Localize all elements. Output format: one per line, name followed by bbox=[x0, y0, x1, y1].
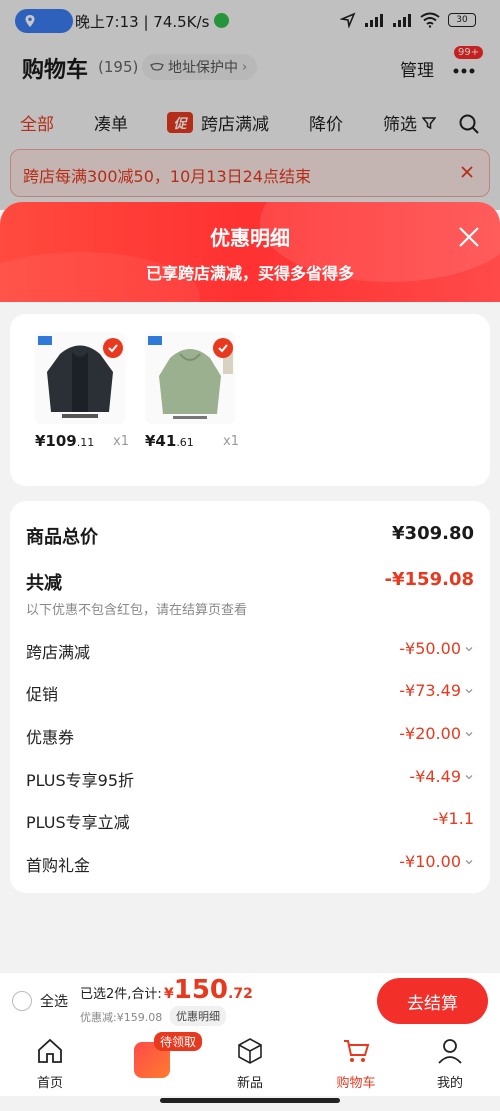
total-amount: ¥150.72 bbox=[164, 975, 253, 1005]
nav-cart[interactable]: 购物车 bbox=[316, 1036, 396, 1091]
discount-note: 以下优惠不包含红包，请在结算页查看 bbox=[26, 603, 248, 618]
discount-row: 共减 -¥159.08 bbox=[26, 569, 474, 594]
select-all-label[interactable]: 全选 bbox=[40, 991, 68, 1011]
checkbox-checked-icon[interactable] bbox=[213, 338, 233, 358]
discount-item-row[interactable]: 跨店满减 -¥50.00 bbox=[26, 639, 474, 662]
bottom-nav: 首页 待领取 新品 购物车 我的 bbox=[0, 1030, 500, 1096]
chevron-down-icon bbox=[465, 688, 473, 693]
chevron-down-icon bbox=[465, 774, 473, 779]
product-qty: x1 bbox=[223, 434, 239, 449]
total-value: ¥309.80 bbox=[392, 523, 474, 544]
chevron-down-icon bbox=[465, 859, 473, 864]
selected-summary: 已选2件,合计: bbox=[80, 987, 162, 1002]
chevron-down-icon bbox=[465, 731, 473, 736]
product-image bbox=[145, 332, 235, 424]
checkout-button[interactable]: 去结算 bbox=[377, 978, 488, 1024]
nav-new[interactable]: 新品 bbox=[210, 1036, 290, 1091]
nav-mine[interactable]: 我的 bbox=[410, 1036, 490, 1091]
box-icon bbox=[238, 1038, 262, 1064]
chevron-down-icon bbox=[465, 646, 473, 651]
discount-item-row: PLUS专享立减 -¥1.1 bbox=[26, 809, 474, 832]
total-label: 商品总价 bbox=[26, 527, 98, 548]
checkbox-checked-icon[interactable] bbox=[103, 338, 123, 358]
close-icon[interactable] bbox=[456, 224, 482, 250]
user-icon bbox=[438, 1039, 462, 1064]
sheet-header: 优惠明细 已享跨店满减，买得多省得多 bbox=[0, 202, 500, 342]
sheet-title: 优惠明细 bbox=[210, 226, 290, 250]
discount-item-row[interactable]: 首购礼金 -¥10.00 bbox=[26, 852, 474, 875]
gesture-bar bbox=[160, 1098, 340, 1103]
modal-overlay[interactable] bbox=[0, 0, 500, 210]
product-item[interactable] bbox=[145, 332, 245, 424]
discount-summary: 优惠减:¥159.08 bbox=[80, 1011, 163, 1024]
product-price: ¥109.11 bbox=[35, 432, 95, 450]
discount-detail-sheet: 优惠明细 已享跨店满减，买得多省得多 ¥109.11 x1 ¥41.61 x1 … bbox=[0, 202, 500, 972]
sheet-subtitle: 已享跨店满减，买得多省得多 bbox=[145, 264, 354, 283]
discount-item-row[interactable]: PLUS专享95折 -¥4.49 bbox=[26, 767, 474, 790]
product-qty: x1 bbox=[113, 434, 129, 449]
total-row: 商品总价 ¥309.80 bbox=[26, 523, 474, 548]
discount-item-row[interactable]: 促销 -¥73.49 bbox=[26, 681, 474, 704]
product-list-card: ¥109.11 x1 ¥41.61 x1 bbox=[10, 314, 490, 486]
checkout-bar: 全选 已选2件,合计: ¥150.72 优惠减:¥159.08 优惠明细 去结算 bbox=[0, 972, 500, 1030]
cart-icon bbox=[344, 1040, 370, 1062]
discount-value: -¥159.08 bbox=[384, 569, 474, 590]
product-price: ¥41.61 bbox=[145, 432, 194, 450]
live-badge: 待领取 bbox=[154, 1032, 203, 1051]
discount-label: 共减 bbox=[26, 573, 62, 594]
price-summary-card: 商品总价 ¥309.80 共减 -¥159.08 以下优惠不包含红包，请在结算页… bbox=[10, 501, 490, 893]
discount-item-row[interactable]: 优惠券 -¥20.00 bbox=[26, 724, 474, 747]
product-item[interactable] bbox=[35, 332, 135, 424]
discount-detail-button[interactable]: 优惠明细 bbox=[170, 1006, 226, 1026]
nav-home[interactable]: 首页 bbox=[10, 1036, 90, 1091]
home-icon bbox=[38, 1038, 62, 1063]
product-image bbox=[35, 332, 125, 424]
select-all-radio[interactable] bbox=[12, 991, 32, 1011]
